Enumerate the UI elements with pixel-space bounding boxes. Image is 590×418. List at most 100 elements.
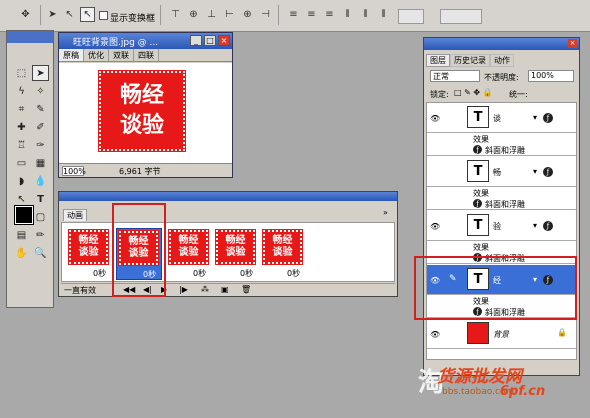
eyedropper-icon[interactable]: ✏ [32,227,49,243]
hand-icon[interactable]: ✋ [13,245,30,261]
distribute-center-icon[interactable]: ⫴ [358,7,373,22]
eraser-icon[interactable]: ▭ [13,155,30,171]
toolbox-header[interactable] [7,31,53,43]
opacity-input[interactable]: 100% [528,70,574,82]
expand-icon[interactable]: ▾ [533,221,537,230]
stamp-line: 畅经 [119,83,164,108]
layer-name: 畅 [493,168,501,177]
document-titlebar[interactable]: 旺旺背景图.jpg @ ... _ □ × [59,33,232,49]
align-middle-icon[interactable]: ⊕ [186,7,201,22]
lock-icons[interactable]: □ ✎ ✥ 🔒 [454,88,493,97]
gradient-icon[interactable]: ▦ [32,155,49,171]
expand-icon[interactable]: ▾ [533,167,537,176]
show-transform-checkbox[interactable] [99,11,108,20]
next-frame-icon[interactable]: |▶ [179,285,188,294]
type-icon[interactable]: T [32,191,49,207]
type-layer-thumbnail: T [467,214,489,236]
magic-wand-icon[interactable]: ✧ [32,83,49,99]
tab-animation[interactable]: 动画 [63,209,87,221]
shape-icon[interactable]: ▢ [32,209,49,225]
layer-row[interactable]: 👁 T 验 ▾ ƒ [427,211,576,241]
duplicate-frame-icon[interactable]: ▣ [221,285,229,294]
distribute-left-icon[interactable]: ⫴ [340,7,355,22]
align-center-icon[interactable]: ⊕ [240,7,255,22]
align-bottom-icon[interactable]: ⊥ [204,7,219,22]
animation-frame-3[interactable]: 3 畅经谈验 0秒 [167,228,213,280]
layer-name: 背景 [493,330,509,339]
eye-icon[interactable]: 👁 [430,330,440,339]
panel-menu-icon[interactable]: » [383,208,388,217]
move-icon[interactable]: ➤ [32,65,49,81]
animation-titlebar[interactable] [59,192,397,201]
foreground-color-swatch[interactable] [14,205,34,225]
tab-2up[interactable]: 双联 [109,49,134,61]
effect-item[interactable]: ƒ 斜面和浮雕 [427,145,576,156]
effects-row: 效果 [427,188,576,199]
options-bar: ✥ ➤ ↖ ↖ 显示变换框 ⊤ ⊕ ⊥ ⊢ ⊕ ⊣ ≡ ≡ ≡ ⫴ ⫴ ⫴ [0,0,590,32]
close-icon[interactable]: × [218,35,230,46]
minimize-icon[interactable]: _ [190,35,202,46]
distribute-middle-icon[interactable]: ≡ [304,7,319,22]
loop-select[interactable]: 一直有效 [64,285,96,296]
layers-titlebar[interactable]: × [424,38,579,50]
expand-icon[interactable]: ▾ [533,113,537,122]
effect-label: 效果 [473,243,489,252]
tween-icon[interactable]: ⁂ [201,285,209,294]
tab-layers[interactable]: 图层 [426,54,450,67]
lasso-icon[interactable]: ϟ [13,83,30,99]
distribute-right-icon[interactable]: ⫴ [376,7,391,22]
dodge-icon[interactable]: ◗ [13,173,30,189]
frame-line: 谈验 [178,247,199,258]
workspace-select[interactable] [440,9,482,24]
canvas-area[interactable]: 畅经 谈验 [59,63,232,163]
eye-icon[interactable]: 👁 [430,114,440,123]
arrow-icon[interactable]: ↖ [62,7,77,22]
eye-icon[interactable]: 👁 [430,222,440,231]
zoom-field[interactable]: 100% [62,166,86,176]
tab-actions[interactable]: 动作 [490,54,514,67]
highlight-box [414,256,577,320]
align-left-icon[interactable]: ⊢ [222,7,237,22]
tab-history[interactable]: 历史记录 [450,54,490,67]
close-icon[interactable]: × [568,39,577,48]
history-brush-icon[interactable]: ✑ [32,137,49,153]
frame-delay[interactable]: 0秒 [193,268,206,279]
healing-icon[interactable]: ✚ [13,119,30,135]
type-layer-thumbnail: T [467,160,489,182]
auto-select-icon[interactable]: ↖ [80,7,95,22]
blur-icon[interactable]: 💧 [32,173,49,189]
tab-4up[interactable]: 四联 [134,49,159,61]
brush-icon[interactable]: ✐ [32,119,49,135]
tab-original[interactable]: 原稿 [59,49,84,61]
frame-delay[interactable]: 0秒 [93,268,106,279]
move-tool-icon[interactable]: ✥ [18,7,33,22]
align-top-icon[interactable]: ⊤ [168,7,183,22]
stamp-line: 谈验 [119,113,164,138]
zoom-icon[interactable]: 🔍 [32,245,49,261]
layer-row[interactable]: T 畅 ▾ ƒ [427,157,576,187]
arrow-icon[interactable]: ➤ [45,7,60,22]
tab-optimized[interactable]: 优化 [84,49,109,61]
notes-icon[interactable]: ▤ [13,227,30,243]
maximize-icon[interactable]: □ [204,35,216,46]
distribute-bottom-icon[interactable]: ≡ [322,7,337,22]
palette-well[interactable] [398,9,424,24]
distribute-top-icon[interactable]: ≡ [286,7,301,22]
marquee-icon[interactable]: ⬚ [13,65,30,81]
effect-item[interactable]: ƒ 斜面和浮雕 [427,199,576,210]
crop-icon[interactable]: ⌗ [13,101,30,117]
slice-icon[interactable]: ✎ [32,101,49,117]
animation-frame-1[interactable]: 1 畅经谈验 0秒 [67,228,113,280]
blend-mode-select[interactable]: 正常 [430,70,480,82]
layer-row[interactable]: 👁 T 谈 ▾ ƒ [427,103,576,133]
stamp-icon[interactable]: ♖ [13,137,30,153]
frame-delay[interactable]: 0秒 [240,268,253,279]
animation-frame-4[interactable]: 4 畅经谈验 0秒 [214,228,260,280]
delete-frame-icon[interactable]: 🗑 [241,285,251,294]
frame-thumbnail: 畅经 谈验 [215,229,256,265]
align-right-icon[interactable]: ⊣ [258,7,273,22]
layer-row-background[interactable]: 👁 背景 🔒 [427,319,576,349]
animation-frame-5[interactable]: 5 畅经谈验 0秒 [261,228,307,280]
frame-delay[interactable]: 0秒 [287,268,300,279]
path-select-icon[interactable]: ↖ [13,191,30,207]
